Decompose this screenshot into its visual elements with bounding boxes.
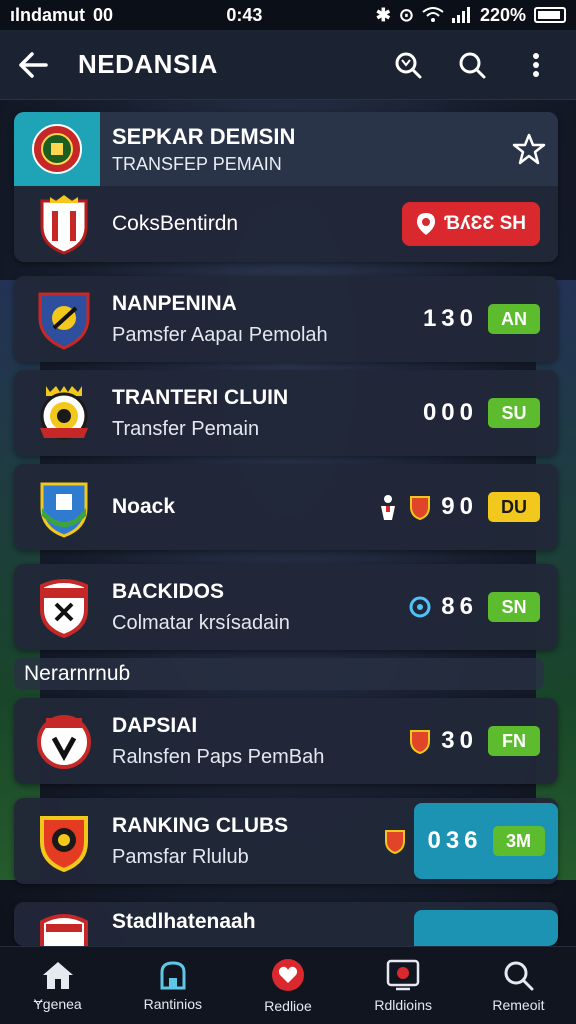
featured-subtitle: TRANSFEP PEMAIN	[112, 153, 282, 174]
live-icon	[272, 958, 304, 991]
location-pill[interactable]: ƁʎƐƐ SH	[402, 202, 540, 246]
status-badge: SN	[488, 592, 540, 622]
club-name: RANKING CLUBS	[112, 813, 289, 837]
alarm-icon: ⊙	[398, 4, 414, 25]
nav-label: Ɏgenea	[33, 995, 82, 1012]
club-subtitle: Pamsfer Aapaı Pemolah	[112, 323, 328, 346]
wifi-icon	[422, 7, 444, 22]
featured-title: SEPKAR DEMSIN	[112, 123, 296, 149]
club-score: 90	[441, 493, 478, 520]
signal-icon	[451, 7, 470, 23]
club-name: BACKIDOS	[112, 579, 225, 603]
club-score: 036	[427, 827, 483, 854]
club-row[interactable]: NANPENINA Pamsfer Aapaı Pemolah 130 AN	[14, 276, 558, 362]
club-subtitle: Ralnsfen Paps PemBah	[112, 745, 325, 768]
status-time: 0:43	[226, 4, 263, 25]
club-shield-icon	[40, 195, 88, 255]
shield-icon	[385, 830, 405, 854]
featured-club-row[interactable]: CoksBentirdn ƁʎƐƐ SH	[14, 186, 558, 262]
nav-item-transfers[interactable]: Rdldioins	[346, 947, 461, 1024]
club-shield-icon	[40, 482, 88, 538]
battery-icon	[533, 7, 566, 23]
status-badge: 3M	[492, 826, 545, 856]
club-crest-icon	[32, 124, 82, 174]
club-score: 86	[441, 593, 478, 620]
search-icon	[459, 52, 486, 78]
location-pill-text: ƁʎƐƐ SH	[444, 213, 526, 234]
player-icon	[381, 495, 396, 520]
status-badge: DU	[488, 492, 540, 522]
club-shield-icon	[40, 816, 88, 872]
back-arrow-icon[interactable]	[18, 51, 48, 78]
status-extra: 00	[93, 4, 114, 25]
battery-level: 220%	[479, 4, 526, 25]
club-shield-icon	[38, 292, 90, 350]
club-row[interactable]: BACKIDOS Colmatar krsísadain 86 SN	[14, 564, 558, 650]
ranking-icon	[160, 960, 186, 989]
bluetooth-icon: ✱	[375, 4, 391, 25]
location-pin-icon	[417, 213, 436, 235]
club-crest-icon	[37, 715, 91, 769]
nav-item-live[interactable]: Redlioe	[230, 947, 345, 1024]
club-row[interactable]: Stadlhatenaah	[14, 902, 558, 946]
status-badge: FN	[488, 726, 540, 756]
club-name: NANPENINA	[112, 291, 237, 315]
favorite-star-icon[interactable]	[512, 133, 546, 165]
featured-club-name: CoksBentirdn	[112, 212, 239, 235]
shield-icon	[410, 730, 431, 754]
search-button[interactable]	[450, 43, 494, 87]
club-subtitle: Pamsfar Rlulub	[112, 845, 249, 868]
status-badge: SU	[488, 398, 540, 428]
nav-label: Rantinios	[143, 995, 202, 1012]
club-score: 130	[422, 305, 478, 332]
club-row[interactable]: Noack 90 DU	[14, 464, 558, 550]
club-name: Noack	[112, 495, 176, 518]
status-badge: AN	[488, 304, 540, 334]
featured-logo-box	[14, 112, 100, 186]
club-crest-icon	[40, 914, 88, 946]
nav-label: Redlioe	[264, 997, 312, 1014]
club-subtitle: Colmatar krsísadain	[112, 611, 290, 634]
filter-search-icon	[395, 52, 422, 78]
score-highlight: 036 3M	[414, 803, 558, 879]
transfer-icon	[386, 959, 420, 990]
badge-icon	[409, 596, 431, 618]
page-title: NEDANSIA	[78, 49, 218, 79]
club-row-selected[interactable]: RANKING CLUBS Pamsfar Rlulub 036 3M	[14, 798, 558, 884]
club-score: 30	[441, 727, 478, 754]
club-name: Stadlhatenaah	[112, 910, 256, 933]
app-bar: NEDANSIA	[0, 30, 576, 100]
club-subtitle: Transfer Pemain	[112, 417, 260, 440]
nav-label: Rdldioins	[374, 996, 432, 1013]
more-vertical-icon	[533, 52, 539, 77]
home-icon	[42, 961, 73, 989]
club-crest-icon	[40, 386, 88, 440]
featured-header: SEPKAR DEMSIN TRANSFEP PEMAIN	[14, 112, 558, 186]
carrier-name: ılndamut	[10, 4, 85, 25]
score-highlight	[414, 910, 558, 946]
club-score: 000	[422, 399, 478, 426]
nav-item-home[interactable]: Ɏgenea	[0, 947, 115, 1024]
shield-icon	[410, 496, 431, 520]
nav-item-search[interactable]: Remeoit	[461, 947, 576, 1024]
filter-search-button[interactable]	[386, 43, 430, 87]
club-row[interactable]: DAPSIAI Ralnsfen Paps PemBah 30 FN	[14, 698, 558, 784]
section-heading: Nerarnrnuɓ	[14, 658, 544, 690]
nav-item-rankings[interactable]: Rantinios	[115, 947, 230, 1024]
status-bar: ılndamut 00 0:43 ✱ ⊙ 220%	[0, 0, 576, 30]
bottom-navigation: Ɏgenea Rantinios Redlioe Rdldioins Remeo…	[0, 946, 576, 1024]
club-name: TRANTERI CLUIN	[112, 385, 289, 409]
search-icon	[504, 961, 534, 990]
featured-card[interactable]: SEPKAR DEMSIN TRANSFEP PEMAIN CoksBentir…	[14, 112, 558, 262]
more-options-button[interactable]	[514, 43, 558, 87]
club-name: DAPSIAI	[112, 713, 198, 737]
club-shield-icon	[40, 579, 88, 638]
club-row[interactable]: TRANTERI CLUIN Transfer Pemain 000 SU	[14, 370, 558, 456]
nav-label: Remeoit	[492, 996, 545, 1013]
